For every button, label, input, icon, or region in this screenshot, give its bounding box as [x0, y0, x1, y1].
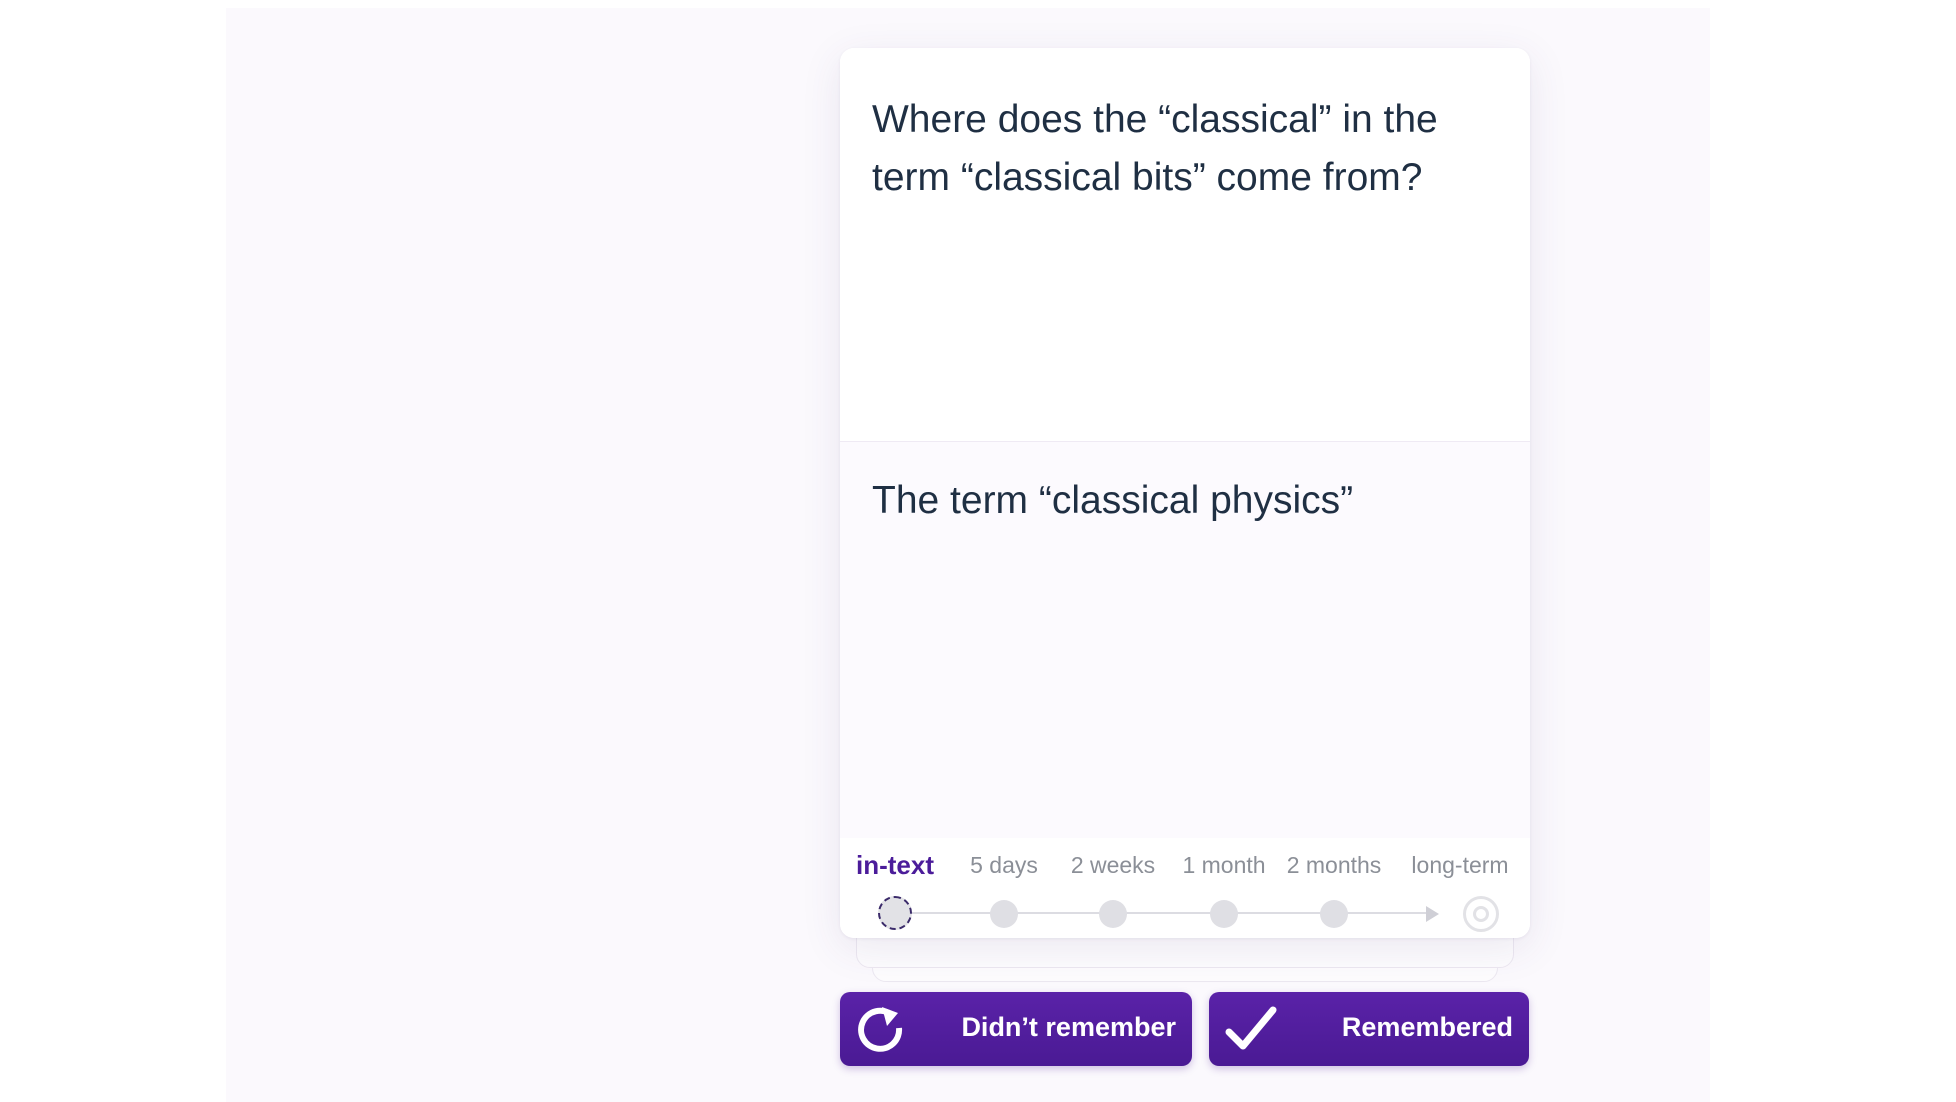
flashcard: Where does the “classical” in the term “…	[840, 48, 1530, 938]
stage-label-long-term: long-term	[1411, 852, 1509, 878]
didnt-remember-button[interactable]: Didn’t remember	[840, 992, 1192, 1066]
stage-node	[1099, 900, 1127, 928]
didnt-remember-label: Didn’t remember	[961, 1012, 1176, 1042]
stage-label-5-days: 5 days	[970, 852, 1038, 878]
stage-node	[1210, 900, 1238, 928]
stage-label-in-text: in-text	[856, 850, 934, 880]
review-stage: Where does the “classical” in the term “…	[226, 8, 1710, 1102]
stage-label-2-months: 2 months	[1286, 852, 1382, 878]
stage-node	[1320, 900, 1348, 928]
answer-text: The term “classical physics”	[872, 479, 1354, 522]
checkmark-icon	[1225, 1006, 1277, 1050]
stage-label-2-weeks: 2 weeks	[1070, 852, 1156, 878]
answer-panel: The term “classical physics”	[840, 442, 1530, 838]
remembered-label: Remembered	[1341, 1012, 1513, 1042]
question-text: Where does the “classical” in the term “…	[872, 98, 1438, 199]
question-panel: Where does the “classical” in the term “…	[840, 48, 1530, 442]
review-schedule: in-text 5 days 2 weeks 1 month 2 months …	[840, 838, 1530, 938]
schedule-labels: in-text 5 days 2 weeks 1 month 2 months …	[840, 850, 1530, 886]
long-term-target-icon	[1463, 896, 1499, 932]
stage-node-current	[878, 896, 912, 930]
remembered-button[interactable]: Remembered	[1209, 992, 1529, 1066]
stage-node	[990, 900, 1018, 928]
retry-icon	[858, 1007, 903, 1052]
stage-label-1-month: 1 month	[1182, 852, 1266, 878]
schedule-arrow-icon	[1426, 906, 1439, 922]
